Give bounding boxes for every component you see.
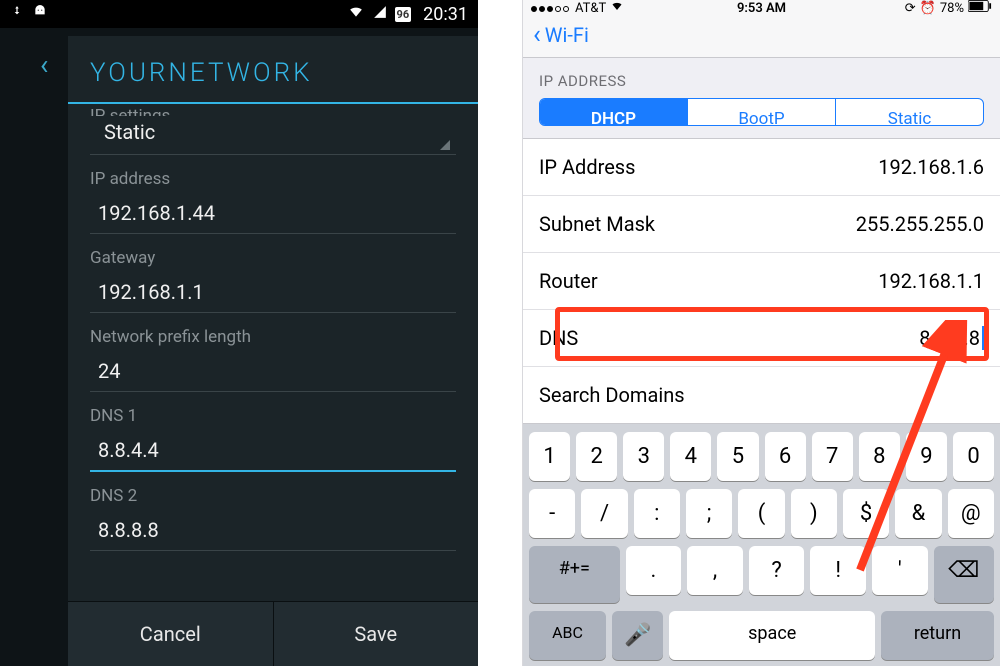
gateway-input[interactable]: 192.168.1.1: [90, 274, 456, 313]
back-button[interactable]: ‹ Wi-Fi: [533, 23, 990, 47]
key-return[interactable]: return: [881, 611, 994, 660]
key-)[interactable]: ): [791, 489, 837, 538]
key-:[interactable]: :: [634, 489, 680, 538]
ip-settings-select[interactable]: Static: [90, 110, 456, 155]
key-9[interactable]: 9: [906, 432, 947, 481]
dns2-input[interactable]: 8.8.8.8: [90, 512, 456, 551]
key-2[interactable]: 2: [576, 432, 617, 481]
key-?[interactable]: ?: [749, 546, 805, 595]
section-header: IP Address: [523, 58, 1000, 98]
key-0[interactable]: 0: [953, 432, 994, 481]
key-8[interactable]: 8: [859, 432, 900, 481]
key-backspace[interactable]: ⌫: [934, 546, 994, 603]
key-$[interactable]: $: [843, 489, 889, 538]
key-6[interactable]: 6: [765, 432, 806, 481]
segment-bootp[interactable]: BootP: [687, 99, 835, 125]
clock: 20:31: [423, 4, 468, 25]
clock: 9:53 AM: [523, 1, 1000, 16]
key-;[interactable]: ;: [686, 489, 732, 538]
cancel-button[interactable]: Cancel: [68, 602, 273, 666]
android-dialog: YOURNETWORK IP settings Static IP addres…: [68, 36, 478, 666]
android-screenshot: 96 20:31 ‹ YOURNETWORK IP settings Stati…: [0, 0, 478, 666]
row-label: Router: [539, 269, 598, 293]
row-label: DNS: [539, 326, 578, 350]
ip-settings-value: Static: [104, 120, 155, 144]
row-value: 255.255.255.0: [856, 212, 984, 236]
battery-level: 96: [395, 7, 412, 22]
dns-input[interactable]: 8.8.8.8: [919, 326, 984, 350]
key-,[interactable]: ,: [687, 546, 743, 595]
ip-address-label: IP address: [90, 169, 456, 189]
dns1-label: DNS 1: [90, 406, 456, 426]
dns2-label: DNS 2: [90, 486, 456, 506]
row-label: Search Domains: [539, 383, 685, 407]
prefix-label: Network prefix length: [90, 327, 456, 347]
signal-icon: [373, 5, 387, 23]
ios-screenshot: AT&T 9:53 AM ⟳ ⏰ 78% ‹ Wi-Fi IP Address …: [522, 0, 1000, 666]
dialog-actions: Cancel Save: [68, 601, 478, 666]
row-value: 192.168.1.1: [878, 269, 984, 293]
ios-nav-bar: ‹ Wi-Fi: [523, 17, 1000, 58]
segment-static[interactable]: Static: [835, 99, 983, 125]
android-status-bar: 96 20:31: [0, 0, 478, 28]
key-5[interactable]: 5: [717, 432, 758, 481]
key-.[interactable]: .: [626, 546, 682, 595]
row-search-domains[interactable]: Search Domains: [523, 367, 1000, 423]
key-([interactable]: (: [738, 489, 784, 538]
ip-address-input[interactable]: 192.168.1.44: [90, 195, 456, 234]
ios-status-bar: AT&T 9:53 AM ⟳ ⏰ 78%: [523, 0, 1000, 17]
back-chevron-icon[interactable]: ‹: [40, 48, 48, 81]
key-symbols-toggle[interactable]: #+=: [529, 546, 620, 603]
key-1[interactable]: 1: [529, 432, 570, 481]
key-abc[interactable]: ABC: [529, 611, 606, 660]
gateway-label: Gateway: [90, 248, 456, 268]
key-'[interactable]: ': [872, 546, 928, 595]
mic-icon: 🎤: [624, 623, 651, 648]
settings-rows: IP Address 192.168.1.6 Subnet Mask 255.2…: [523, 138, 1000, 424]
key-7[interactable]: 7: [812, 432, 853, 481]
row-dns[interactable]: DNS 8.8.8.8: [523, 310, 1000, 367]
wifi-icon: [347, 5, 365, 23]
key-4[interactable]: 4: [670, 432, 711, 481]
row-label: Subnet Mask: [539, 212, 655, 236]
row-label: IP Address: [539, 155, 635, 179]
prefix-input[interactable]: 24: [90, 353, 456, 392]
key-3[interactable]: 3: [623, 432, 664, 481]
segment-dhcp[interactable]: DHCP: [540, 99, 687, 125]
key-space[interactable]: space: [669, 611, 875, 660]
key--[interactable]: -: [529, 489, 575, 538]
row-value: 192.168.1.6: [878, 155, 984, 179]
key-mic[interactable]: 🎤: [612, 611, 663, 660]
row-ip-address[interactable]: IP Address 192.168.1.6: [523, 139, 1000, 196]
backspace-icon: ⌫: [948, 558, 979, 583]
key-@[interactable]: @: [948, 489, 994, 538]
row-router[interactable]: Router 192.168.1.1: [523, 253, 1000, 310]
ip-mode-segmented-control[interactable]: DHCP BootP Static: [539, 98, 984, 126]
back-label: Wi-Fi: [545, 23, 589, 47]
save-button[interactable]: Save: [273, 602, 479, 666]
dialog-title: YOURNETWORK: [68, 36, 478, 104]
android-face-icon: [32, 5, 48, 23]
ios-keyboard: 1234567890 -/:;()$&@ #+= .,?!' ⌫ ABC 🎤 s…: [523, 424, 1000, 666]
key-/[interactable]: /: [581, 489, 627, 538]
dns1-input[interactable]: 8.8.4.4: [90, 432, 456, 472]
row-subnet-mask[interactable]: Subnet Mask 255.255.255.0: [523, 196, 1000, 253]
usb-icon: [10, 5, 24, 23]
key-![interactable]: !: [810, 546, 866, 595]
key-&[interactable]: &: [895, 489, 941, 538]
chevron-left-icon: ‹: [533, 26, 541, 44]
